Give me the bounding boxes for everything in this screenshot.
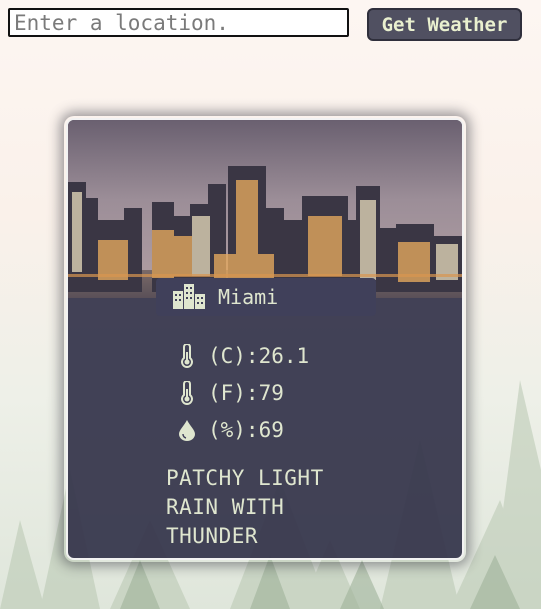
temperature-fahrenheit-value: (F):79 [208, 381, 284, 405]
city-name-panel: Miami [156, 278, 376, 316]
thermometer-icon [181, 344, 193, 368]
temperature-fahrenheit-row: (F):79 [176, 379, 284, 407]
get-weather-button[interactable]: Get Weather [367, 8, 522, 41]
thermometer-icon [181, 381, 193, 405]
city-skyline-image [68, 120, 462, 298]
city-name: Miami [218, 285, 279, 309]
temperature-celsius-row: (C):26.1 [176, 342, 309, 370]
temperature-celsius-value: (C):26.1 [208, 344, 310, 368]
humidity-drop-icon [179, 420, 195, 441]
city-buildings-icon [173, 284, 205, 309]
weather-card: Miami (C):26.1 (F):79 (%):69 PATCHY LIGH… [66, 118, 464, 560]
humidity-row: (%):69 [176, 416, 284, 444]
location-search-input[interactable] [8, 8, 349, 37]
weather-condition: PATCHY LIGHT RAIN WITH THUNDER [166, 466, 324, 548]
humidity-value: (%):69 [208, 418, 284, 442]
